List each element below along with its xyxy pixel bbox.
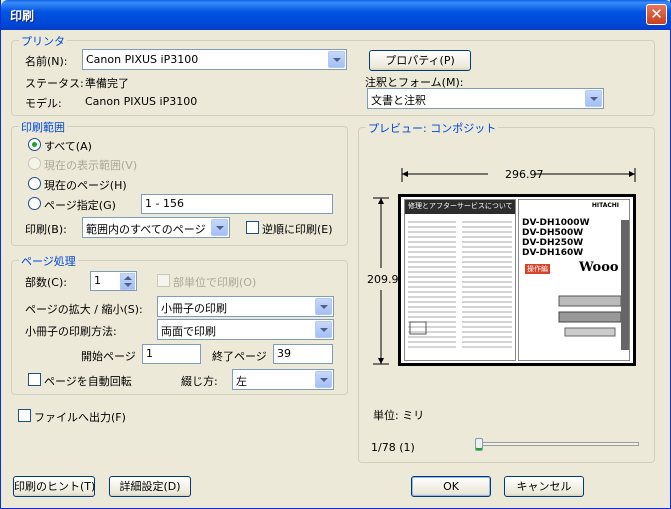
status-label: ステータス: (25, 77, 84, 90)
preview-text-lines (408, 221, 512, 348)
preview-group-title: プレビュー: コンポジット (366, 120, 499, 136)
print-range-group-title: 印刷範囲 (19, 119, 67, 135)
cancel-button[interactable]: キャンセル (504, 476, 584, 497)
model-label: モデル: (25, 97, 62, 110)
radio-all[interactable] (28, 138, 41, 151)
preview-left-page: 修理とアフターサービスについて (404, 199, 516, 361)
title-bar[interactable]: 印刷 ✕ (1, 0, 671, 30)
page-handling-group-title: ページ処理 (19, 253, 78, 269)
model-value: Canon PIXUS iP3100 (85, 95, 198, 108)
pages-range-input[interactable]: 1 - 156 (141, 194, 333, 214)
units-label: 単位: ミリ (373, 409, 425, 422)
booklet-subset-select[interactable]: 両面で印刷 (157, 319, 334, 340)
ok-button[interactable]: OK (411, 476, 491, 497)
copies-value: 1 (94, 274, 101, 287)
preview-page: 修理とアフターサービスについて HITACHI DV-DH1000W DV-DH… (398, 194, 636, 366)
print-subset-label: 印刷(B): (25, 223, 67, 236)
copies-label: 部数(C): (25, 276, 67, 289)
chevron-down-icon (328, 51, 345, 68)
close-button[interactable]: ✕ (646, 4, 667, 25)
preview-product-image (558, 295, 622, 337)
radio-pages-label[interactable]: ページ指定(G) (44, 197, 116, 213)
chevron-down-icon (585, 90, 602, 107)
printer-group-title: プリンタ (19, 33, 67, 49)
collate-label: 部単位で印刷(O) (173, 276, 257, 289)
print-to-file-checkbox[interactable] (18, 409, 31, 422)
preview-slider-track[interactable] (477, 442, 639, 446)
radio-current-view (28, 157, 41, 170)
chevron-down-icon (315, 321, 332, 338)
preview-side-tabs (621, 220, 629, 350)
radio-current-page-label[interactable]: 現在のページ(H) (44, 177, 127, 193)
chevron-down-icon (315, 298, 332, 315)
print-dialog: 印刷 ✕ プリンタ 名前(N): Canon PIXUS iP3100 プロパテ… (0, 0, 671, 509)
printing-tips-button[interactable]: 印刷のヒント(T) (13, 476, 95, 497)
printer-name-label: 名前(N): (25, 55, 68, 68)
properties-button[interactable]: プロパティ(P) (369, 50, 471, 71)
reverse-order-checkbox[interactable] (246, 221, 259, 234)
printer-name-value: Canon PIXUS iP3100 (86, 53, 199, 66)
page-indicator: 1/78 (1) (371, 441, 415, 454)
preview-slider-thumb[interactable] (475, 438, 483, 451)
comments-forms-value: 文書と注釈 (371, 94, 426, 107)
window-title: 印刷 (10, 9, 35, 23)
preview-badge: 操作編 (525, 264, 550, 274)
advanced-button[interactable]: 詳細設定(D) (109, 476, 191, 497)
scaling-value: 小冊子の印刷 (161, 302, 227, 315)
radio-current-view-label: 現在の表示範囲(V) (44, 159, 138, 172)
autorotate-checkbox[interactable] (28, 373, 41, 386)
preview-model-1: DV-DH1000W (522, 218, 590, 228)
print-subset-select[interactable]: 範囲内のすべてのページ (82, 217, 230, 238)
status-value: 準備完了 (85, 77, 129, 90)
radio-pages[interactable] (28, 197, 41, 210)
binding-select[interactable]: 左 (232, 369, 334, 390)
end-page-input[interactable]: 39 (273, 344, 333, 364)
chevron-down-icon (211, 219, 228, 236)
preview-logo: Wooo (579, 260, 619, 275)
spinner-arrows-icon[interactable] (120, 273, 135, 290)
scaling-label: ページの拡大 / 縮小(S): (25, 303, 143, 316)
preview-model-4: DV-DH160W (522, 248, 584, 258)
preview-model-2: DV-DH500W (522, 228, 584, 238)
comments-forms-select[interactable]: 文書と注釈 (367, 88, 604, 109)
chevron-down-icon (315, 371, 332, 388)
preview-banner: 修理とアフターサービスについて (405, 200, 515, 214)
collate-checkbox (157, 274, 170, 287)
end-page-label: 終了ページ (212, 350, 267, 363)
binding-label: 綴じ方: (181, 375, 218, 388)
preview-right-page: HITACHI DV-DH1000W DV-DH500W DV-DH250W D… (518, 199, 630, 361)
start-page-label: 開始ページ (81, 350, 136, 363)
booklet-subset-value: 両面で印刷 (161, 325, 216, 338)
print-to-file-label[interactable]: ファイルへ出力(F) (34, 409, 126, 425)
radio-all-label[interactable]: すべて(A) (44, 138, 92, 154)
radio-current-page[interactable] (28, 177, 41, 190)
start-page-input[interactable]: 1 (142, 344, 201, 364)
reverse-order-label[interactable]: 逆順に印刷(E) (262, 221, 333, 237)
binding-value: 左 (236, 375, 247, 388)
preview-width: 296.97 (505, 168, 544, 181)
print-subset-value: 範囲内のすべてのページ (86, 223, 206, 236)
booklet-subset-label: 小冊子の印刷方法: (25, 325, 117, 338)
preview-model-3: DV-DH250W (522, 238, 584, 248)
scaling-select[interactable]: 小冊子の印刷 (157, 296, 334, 317)
printer-name-select[interactable]: Canon PIXUS iP3100 (82, 49, 347, 70)
preview-brand: HITACHI (591, 202, 619, 209)
preview-banner-text: 修理とアフターサービスについて (408, 202, 513, 210)
copies-stepper[interactable]: 1 (90, 271, 137, 291)
autorotate-label[interactable]: ページを自動回転 (44, 373, 132, 389)
